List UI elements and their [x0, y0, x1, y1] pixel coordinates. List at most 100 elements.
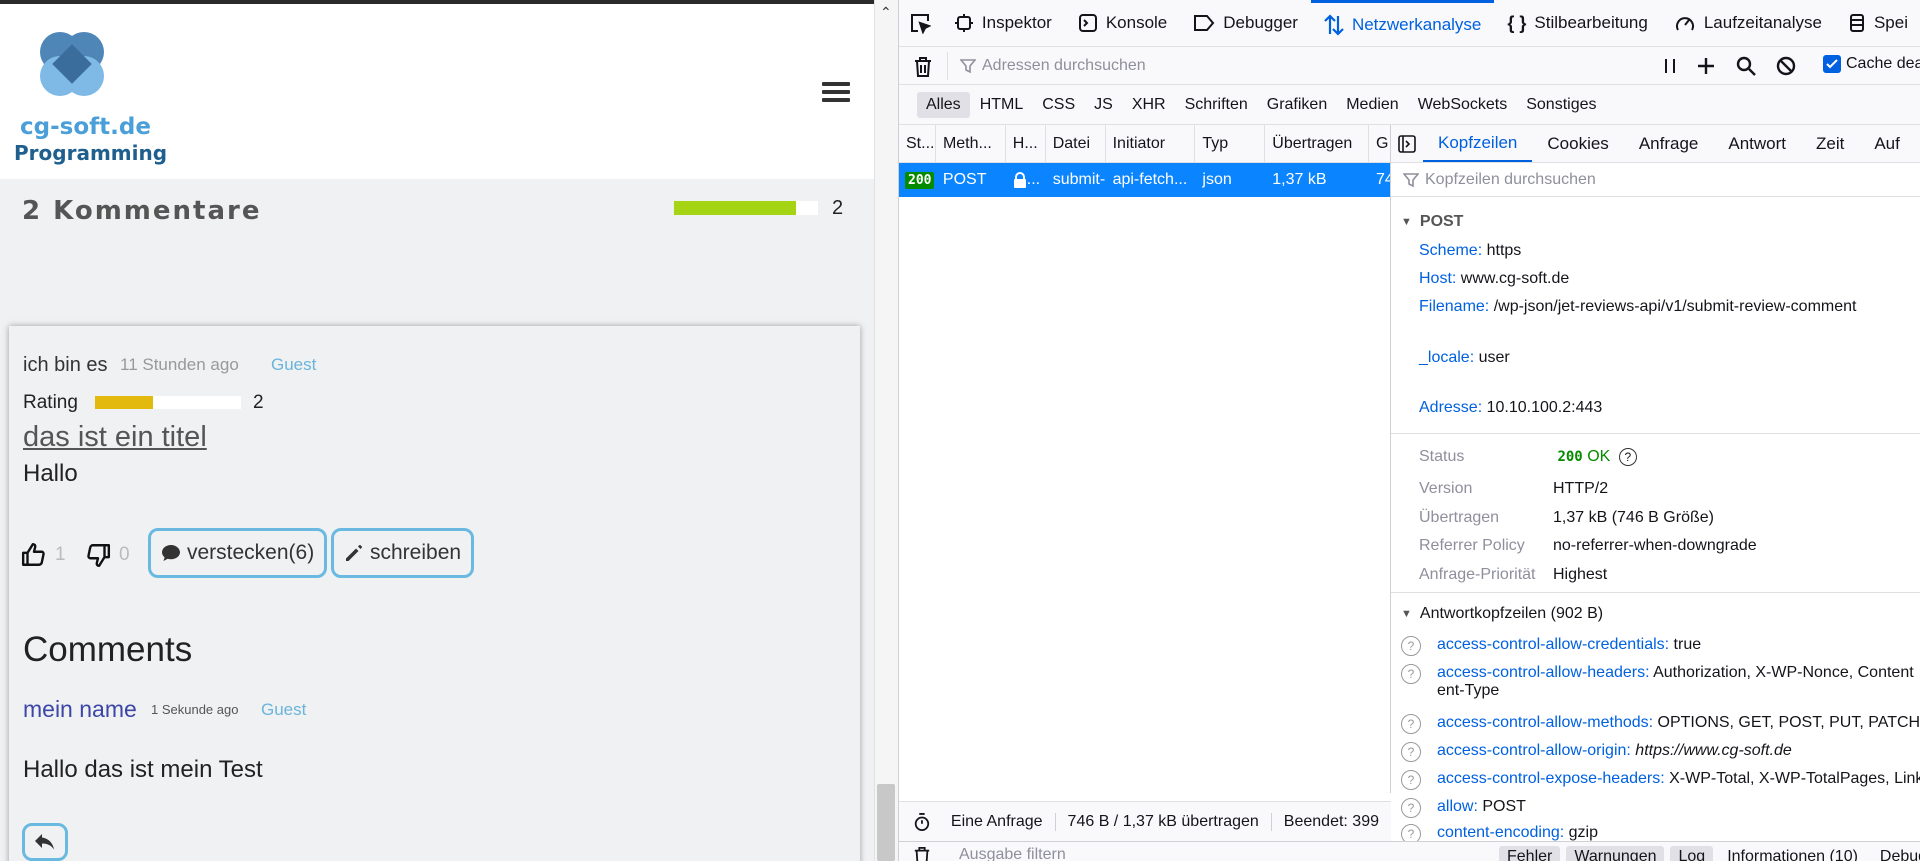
- url-filter-input[interactable]: Adressen durchsuchen: [947, 52, 1537, 80]
- header-value: gzip: [1568, 824, 1599, 841]
- column-transferred[interactable]: Übertragen: [1265, 125, 1370, 162]
- dislike-button[interactable]: 0: [85, 538, 130, 572]
- page-scrollbar[interactable]: ⌃: [874, 0, 898, 861]
- filter-debug[interactable]: Debug: [1872, 846, 1920, 861]
- comment-icon: [162, 545, 180, 561]
- response-headers-toggle[interactable]: ▼ Antwortkopfzeilen (902 B): [1391, 605, 1603, 623]
- tab-response[interactable]: Antwort: [1713, 125, 1801, 162]
- scheme-row: Scheme: https: [1419, 242, 1521, 260]
- tab-cookies[interactable]: Cookies: [1532, 125, 1623, 162]
- filename-key: Filename:: [1419, 298, 1490, 315]
- filter-other[interactable]: Sonstiges: [1517, 92, 1605, 118]
- headers-filter-input[interactable]: Kopfzeilen durchsuchen: [1391, 163, 1920, 197]
- help-icon[interactable]: ?: [1401, 636, 1421, 656]
- comments-rating-fill: [674, 201, 797, 215]
- column-size[interactable]: G: [1369, 125, 1390, 162]
- priority-row: Anfrage-Priorität Highest: [1419, 566, 1607, 584]
- disable-cache-checkbox[interactable]: Cache dea: [1823, 55, 1920, 73]
- host-key: Host:: [1419, 270, 1457, 287]
- hide-comments-label: verstecken(6): [187, 541, 315, 564]
- column-type[interactable]: Typ: [1195, 125, 1266, 162]
- request-row[interactable]: 200 POST ... submit- api-fetch... json 1…: [899, 163, 1390, 197]
- logo-title[interactable]: cg-soft.de: [20, 114, 151, 140]
- request-domain: ...: [1026, 171, 1041, 188]
- filter-all[interactable]: Alles: [917, 91, 970, 118]
- tab-headers[interactable]: Kopfzeilen: [1423, 125, 1533, 162]
- request-size: 74: [1376, 171, 1390, 188]
- write-comment-label: schreiben: [370, 541, 462, 564]
- column-status[interactable]: St...: [899, 125, 936, 162]
- help-icon[interactable]: ?: [1401, 742, 1421, 762]
- help-icon[interactable]: ?: [1401, 824, 1421, 841]
- logo-icon[interactable]: [36, 28, 108, 100]
- block-icon[interactable]: [1775, 55, 1797, 77]
- tab-storage[interactable]: Spei: [1835, 0, 1920, 46]
- comment-body: Hallo das ist mein Test: [23, 756, 263, 783]
- review-body: Hallo: [23, 460, 78, 487]
- column-domain[interactable]: H...: [1006, 125, 1046, 162]
- add-icon[interactable]: [1695, 55, 1717, 77]
- comments-heading: 2 Kommentare: [22, 196, 262, 226]
- panel-toggle-icon: [1398, 134, 1416, 153]
- search-icon[interactable]: [1735, 55, 1757, 77]
- header-key: allow:: [1437, 798, 1478, 815]
- tab-inspector[interactable]: Inspektor: [941, 0, 1065, 46]
- tab-stack-trace[interactable]: Auf: [1859, 125, 1915, 162]
- url-filter-placeholder: Adressen durchsuchen: [982, 57, 1146, 74]
- header-key: access-control-allow-origin:: [1437, 742, 1631, 759]
- filter-info[interactable]: Informationen (10): [1719, 846, 1866, 861]
- hide-comments-button[interactable]: verstecken(6): [148, 528, 328, 578]
- pause-icon[interactable]: [1661, 55, 1679, 77]
- tab-console[interactable]: Konsole: [1065, 0, 1180, 46]
- tab-performance[interactable]: Laufzeitanalyse: [1661, 0, 1835, 46]
- filter-warnings[interactable]: Warnungen: [1566, 846, 1665, 861]
- request-summary-toggle[interactable]: ▼ POST: [1391, 213, 1463, 231]
- referrer-row: Referrer Policy no-referrer-when-downgrad…: [1419, 537, 1757, 555]
- console-filter-input[interactable]: Ausgabe filtern: [959, 846, 1066, 861]
- dislike-count: 0: [119, 544, 130, 565]
- filter-css[interactable]: CSS: [1033, 92, 1084, 118]
- help-icon[interactable]: ?: [1401, 770, 1421, 790]
- reply-button[interactable]: [22, 823, 68, 861]
- response-header-row: ? allow: POST: [1401, 798, 1526, 818]
- filter-images[interactable]: Grafiken: [1258, 92, 1336, 118]
- trash-icon[interactable]: [913, 846, 931, 861]
- comments-section-heading: Comments: [23, 630, 193, 669]
- scroll-up-icon[interactable]: ⌃: [880, 4, 892, 21]
- filter-fonts[interactable]: Schriften: [1176, 92, 1257, 118]
- toggle-sidebar-button[interactable]: [1391, 125, 1423, 162]
- tab-request[interactable]: Anfrage: [1624, 125, 1714, 162]
- filter-html[interactable]: HTML: [971, 92, 1033, 118]
- tab-debugger[interactable]: Debugger: [1180, 0, 1311, 46]
- help-icon[interactable]: ?: [1401, 664, 1421, 684]
- review-title[interactable]: das ist ein titel: [23, 421, 207, 454]
- help-icon[interactable]: ?: [1401, 714, 1421, 734]
- scrollbar-thumb[interactable]: [877, 784, 895, 861]
- filter-media[interactable]: Medien: [1337, 92, 1407, 118]
- trash-icon[interactable]: [913, 56, 933, 78]
- filter-log[interactable]: Log: [1670, 846, 1714, 861]
- request-type: json: [1202, 171, 1232, 188]
- tab-style-editor[interactable]: { } Stilbearbeitung: [1494, 0, 1660, 46]
- help-icon[interactable]: ?: [1401, 798, 1421, 818]
- column-initiator[interactable]: Initiator: [1106, 125, 1196, 162]
- like-button[interactable]: 1: [21, 538, 66, 572]
- help-icon[interactable]: ?: [1618, 448, 1637, 466]
- thumbs-down-icon: [87, 544, 111, 568]
- filter-errors[interactable]: Fehler: [1499, 846, 1561, 861]
- filter-xhr[interactable]: XHR: [1123, 92, 1175, 118]
- column-file[interactable]: Datei: [1046, 125, 1106, 162]
- write-comment-button[interactable]: schreiben: [331, 528, 475, 578]
- menu-icon[interactable]: [822, 82, 850, 106]
- host-row: Host: www.cg-soft.de: [1419, 270, 1569, 288]
- tab-storage-label: Spei: [1873, 13, 1908, 32]
- filter-websockets[interactable]: WebSockets: [1409, 92, 1517, 118]
- site-header: cg-soft.de Programming: [0, 4, 874, 179]
- element-picker-button[interactable]: [899, 0, 941, 46]
- tab-timings[interactable]: Zeit: [1801, 125, 1859, 162]
- logo-subtitle[interactable]: Programming: [14, 141, 167, 165]
- tab-network[interactable]: Netzwerkanalyse: [1310, 0, 1495, 46]
- filter-js[interactable]: JS: [1085, 92, 1122, 118]
- column-method[interactable]: Meth...: [936, 125, 1006, 162]
- address-value: 10.10.100.2:443: [1486, 399, 1603, 416]
